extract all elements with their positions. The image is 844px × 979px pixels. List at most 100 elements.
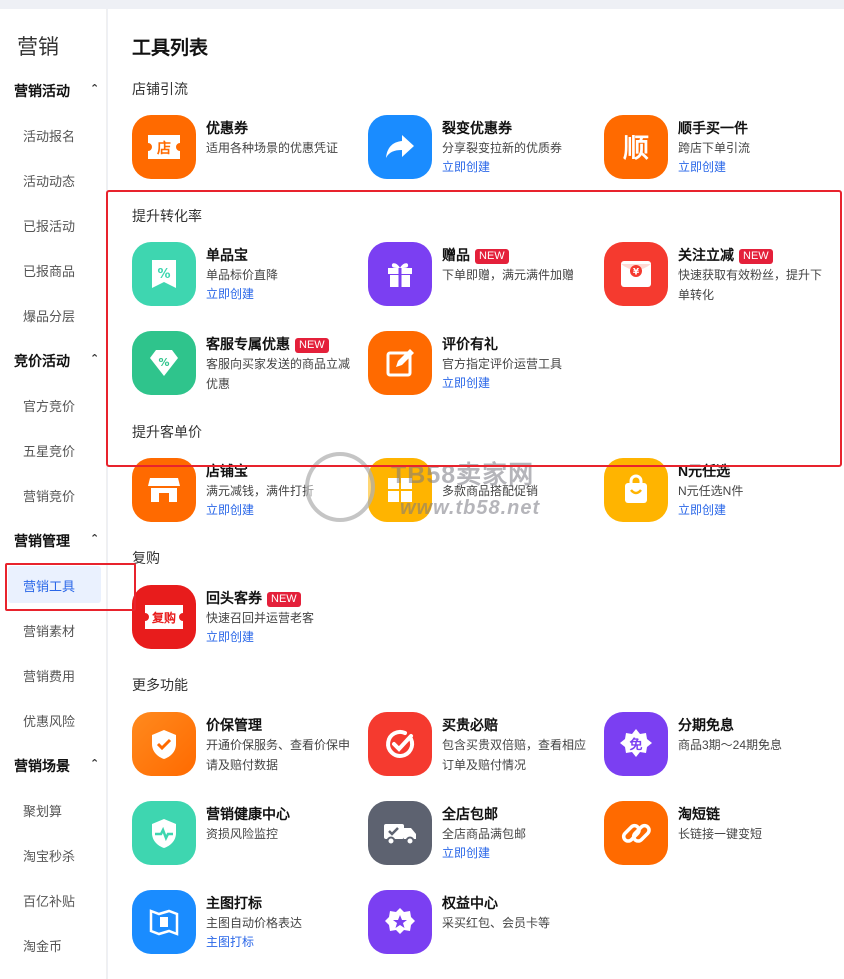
tool-desc: 采买红包、会员卡等 xyxy=(442,916,551,930)
create-link[interactable]: 立即创建 xyxy=(442,844,490,861)
chevron-up-icon: ⌃ xyxy=(90,533,100,545)
tool-desc: 主图自动价格表达 xyxy=(206,916,303,930)
tool-card-n-yuan-pick[interactable]: N元任选 N元任选N件 立即创建 xyxy=(604,458,824,524)
sidebar-item-hot-tiers[interactable]: 爆品分层 xyxy=(23,306,75,325)
highlight-box-marketing-tools xyxy=(5,563,136,611)
create-link[interactable]: 立即创建 xyxy=(678,158,726,175)
star-badge-icon xyxy=(368,890,432,954)
create-link[interactable]: 立即创建 xyxy=(442,158,490,175)
tool-card-free-shipping[interactable]: 全店包邮 全店商品满包邮 立即创建 xyxy=(368,801,588,867)
tool-name: 裂变优惠券 xyxy=(442,120,512,136)
tool-desc: 分享裂变拉新的优质券 xyxy=(442,141,563,155)
tool-name: 主图打标 xyxy=(206,895,262,911)
repurchase-coupon-icon: 复购 xyxy=(132,585,196,649)
sidebar-item-reported-goods[interactable]: 已报商品 xyxy=(23,261,75,280)
tool-name: 权益中心 xyxy=(442,895,498,911)
create-link[interactable]: 立即创建 xyxy=(206,501,254,518)
icon-glyph: 顺 xyxy=(623,134,649,164)
sidebar-item-marketing-materials[interactable]: 营销素材 xyxy=(23,621,75,640)
sidebar-group-label: 营销场景 xyxy=(14,758,70,774)
tool-card-price-protection[interactable]: 价保管理 开通价保服务、查看价保申请及赔付数据 xyxy=(132,712,352,778)
sidebar-item-taojinbi[interactable]: 淘金币 xyxy=(23,936,62,955)
sidebar-item-activity-news[interactable]: 活动动态 xyxy=(23,171,75,190)
tool-name: 买贵必赔 xyxy=(442,717,498,733)
tool-card-rights-center[interactable]: 权益中心 采买红包、会员卡等 xyxy=(368,890,588,956)
watermark-url: www.tb58.net xyxy=(400,497,541,519)
sidebar: 营销 营销活动 ⌃ 活动报名 活动动态 已报活动 已报商品 爆品分层 竞价活动 … xyxy=(0,9,107,979)
sidebar-title: 营销 xyxy=(17,36,59,59)
sidebar-group-bidding[interactable]: 竞价活动 ⌃ xyxy=(14,351,104,371)
tool-desc: 全店商品满包邮 xyxy=(442,827,527,841)
tool-card-installment[interactable]: 免 分期免息 商品3期～24期免息 xyxy=(604,712,824,778)
new-badge: NEW xyxy=(267,592,301,607)
tool-name: 淘短链 xyxy=(678,806,720,822)
sidebar-item-activity-signup[interactable]: 活动报名 xyxy=(23,126,75,145)
sidebar-group-label: 营销管理 xyxy=(14,533,70,549)
tool-desc: N元任选N件 xyxy=(678,484,744,498)
delivery-truck-icon xyxy=(368,801,432,865)
check-circle-icon xyxy=(368,712,432,776)
price-shield-icon xyxy=(132,712,196,776)
share-arrow-icon xyxy=(368,115,432,179)
tool-desc: 资损风险监控 xyxy=(206,827,279,841)
chevron-up-icon: ⌃ xyxy=(90,83,100,95)
sidebar-item-five-star-bidding[interactable]: 五星竞价 xyxy=(23,441,75,460)
tool-desc: 跨店下单引流 xyxy=(678,141,751,155)
tool-name: 营销健康中心 xyxy=(206,806,290,822)
highlight-box-conversion xyxy=(106,190,842,467)
store-icon xyxy=(132,458,196,522)
create-link[interactable]: 立即创建 xyxy=(206,628,254,645)
tool-card-buy-one-more[interactable]: 顺 顺手买一件 跨店下单引流 立即创建 xyxy=(604,115,824,181)
tool-desc: 长链接一键变短 xyxy=(678,827,763,841)
create-link[interactable]: 立即创建 xyxy=(678,501,726,518)
tool-card-health-center[interactable]: 营销健康中心 资损风险监控 xyxy=(132,801,352,867)
sidebar-group-label: 竞价活动 xyxy=(14,353,70,369)
shun-icon: 顺 xyxy=(604,115,668,179)
tool-desc: 商品3期～24期免息 xyxy=(678,738,783,752)
tool-desc: 适用各种场景的优惠凭证 xyxy=(206,141,339,155)
image-tag-link[interactable]: 主图打标 xyxy=(206,933,254,950)
tool-card-fission-coupon[interactable]: 裂变优惠券 分享裂变拉新的优质券 立即创建 xyxy=(368,115,588,181)
tool-name: 顺手买一件 xyxy=(678,120,748,136)
tool-desc: 快速召回并运营老客 xyxy=(206,611,315,625)
tool-name: 优惠券 xyxy=(206,120,248,136)
sidebar-group-label: 营销活动 xyxy=(14,83,70,99)
tool-card-overpay-compensation[interactable]: 买贵必赔 包含买贵双倍赔，查看相应订单及赔付情况 xyxy=(368,712,588,778)
sidebar-item-official-bidding[interactable]: 官方竞价 xyxy=(23,396,75,415)
sidebar-item-juhuasuan[interactable]: 聚划算 xyxy=(23,801,62,820)
sidebar-item-marketing-fees[interactable]: 营销费用 xyxy=(23,666,75,685)
tool-card-short-link[interactable]: 淘短链 长链接一键变短 xyxy=(604,801,824,867)
section-title-traffic: 店铺引流 xyxy=(132,81,188,97)
chevron-up-icon: ⌃ xyxy=(90,758,100,770)
tool-desc: 开通价保服务、查看价保申请及赔付数据 xyxy=(206,738,351,772)
sidebar-item-reported-activity[interactable]: 已报活动 xyxy=(23,216,75,235)
health-shield-icon xyxy=(132,801,196,865)
sidebar-group-marketing-activity[interactable]: 营销活动 ⌃ xyxy=(14,81,104,101)
tool-card-coupon[interactable]: 店 优惠券 适用各种场景的优惠凭证 xyxy=(132,115,352,181)
sidebar-group-marketing-scenes[interactable]: 营销场景 ⌃ xyxy=(14,756,104,776)
top-strip xyxy=(0,0,844,9)
tool-name: 回头客券 NEW xyxy=(206,588,301,608)
sidebar-item-flash-sale[interactable]: 淘宝秒杀 xyxy=(23,846,75,865)
sidebar-item-discount-risk[interactable]: 优惠风险 xyxy=(23,711,75,730)
sidebar-item-subsidy[interactable]: 百亿补贴 xyxy=(23,891,75,910)
shop-coupon-icon: 店 xyxy=(132,115,196,179)
chevron-up-icon: ⌃ xyxy=(90,353,100,365)
sidebar-item-marketing-bidding[interactable]: 营销竞价 xyxy=(23,486,75,505)
tool-desc: 包含买贵双倍赔，查看相应订单及赔付情况 xyxy=(442,738,587,772)
section-title-repurchase: 复购 xyxy=(132,550,160,566)
section-title-more: 更多功能 xyxy=(132,677,188,693)
sidebar-group-marketing-management[interactable]: 营销管理 ⌃ xyxy=(14,531,104,551)
link-icon xyxy=(604,801,668,865)
shopping-bag-icon xyxy=(604,458,668,522)
image-tag-icon xyxy=(132,890,196,954)
tool-name-text: 回头客券 xyxy=(206,590,262,606)
tool-card-image-tag[interactable]: 主图打标 主图自动价格表达 主图打标 xyxy=(132,890,352,956)
tool-name: 价保管理 xyxy=(206,717,262,733)
icon-glyph: 复购 xyxy=(151,610,176,625)
tool-card-returning-coupon[interactable]: 复购 回头客券 NEW 快速召回并运营老客 立即创建 xyxy=(132,585,352,651)
tool-name: 全店包邮 xyxy=(442,806,498,822)
tool-name: 分期免息 xyxy=(678,717,734,733)
interest-free-icon: 免 xyxy=(604,712,668,776)
icon-glyph: 免 xyxy=(629,737,642,753)
